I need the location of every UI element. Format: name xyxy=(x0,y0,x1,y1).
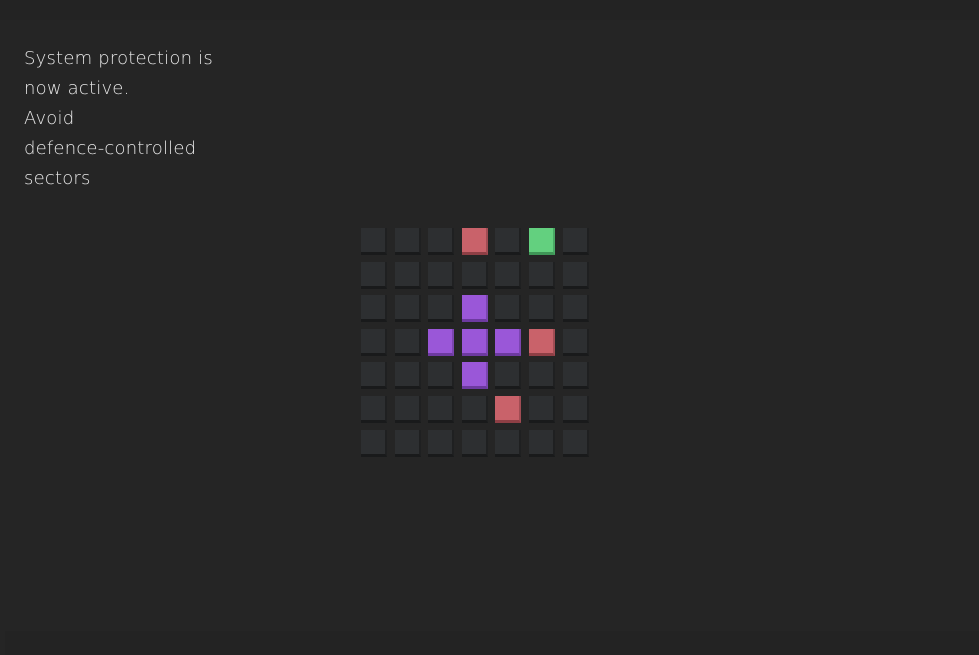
board-cell[interactable] xyxy=(428,430,454,457)
board-cell-red[interactable] xyxy=(495,396,521,423)
board-cell[interactable] xyxy=(361,295,387,322)
board-cell[interactable] xyxy=(495,295,521,322)
board-cell[interactable] xyxy=(462,396,488,423)
board-cell[interactable] xyxy=(395,262,421,289)
board-cell[interactable] xyxy=(563,262,589,289)
game-screen: System protection is now active. Avoid d… xyxy=(0,0,979,655)
board-cell[interactable] xyxy=(495,228,521,255)
message-line: now active. xyxy=(24,78,130,99)
board-cell[interactable] xyxy=(395,329,421,356)
board-cell[interactable] xyxy=(529,262,555,289)
board-cell[interactable] xyxy=(428,262,454,289)
top-bar xyxy=(0,0,979,20)
board-cell[interactable] xyxy=(495,362,521,389)
message-line: Avoid xyxy=(24,108,75,129)
board-cell-purple[interactable] xyxy=(495,329,521,356)
board-cell-purple[interactable] xyxy=(462,362,488,389)
board-cell[interactable] xyxy=(361,430,387,457)
message-line: defence-controlled xyxy=(24,138,197,159)
board-cell[interactable] xyxy=(563,228,589,255)
board-cell[interactable] xyxy=(462,430,488,457)
board-cell[interactable] xyxy=(529,295,555,322)
board-cell[interactable] xyxy=(428,396,454,423)
board-cell[interactable] xyxy=(495,262,521,289)
board-cell[interactable] xyxy=(395,362,421,389)
board-cell[interactable] xyxy=(361,262,387,289)
board-cell[interactable] xyxy=(428,228,454,255)
board-cell[interactable] xyxy=(395,228,421,255)
board-cell[interactable] xyxy=(563,430,589,457)
board-cell-purple[interactable] xyxy=(462,329,488,356)
board-cell-purple[interactable] xyxy=(428,329,454,356)
board-cell[interactable] xyxy=(563,295,589,322)
bottom-bar xyxy=(5,631,979,655)
message-line: System protection is xyxy=(24,48,213,69)
board-cell-red[interactable] xyxy=(462,228,488,255)
game-board xyxy=(361,228,590,457)
board-cell[interactable] xyxy=(563,329,589,356)
board-cell-green[interactable] xyxy=(529,228,555,255)
board-cell[interactable] xyxy=(428,362,454,389)
board-cell[interactable] xyxy=(529,396,555,423)
board-cell[interactable] xyxy=(563,396,589,423)
board-cell[interactable] xyxy=(428,295,454,322)
board-cell[interactable] xyxy=(361,396,387,423)
board-cell[interactable] xyxy=(361,329,387,356)
board-cell[interactable] xyxy=(529,430,555,457)
board-cell[interactable] xyxy=(529,362,555,389)
board-cell[interactable] xyxy=(395,396,421,423)
status-message: System protection is now active. Avoid d… xyxy=(24,44,214,194)
message-line: sectors xyxy=(24,168,91,189)
board-cell-purple[interactable] xyxy=(462,295,488,322)
board-cell[interactable] xyxy=(395,295,421,322)
board-cell[interactable] xyxy=(563,362,589,389)
board-cell[interactable] xyxy=(462,262,488,289)
board-cell[interactable] xyxy=(361,362,387,389)
board-cell[interactable] xyxy=(495,430,521,457)
board-cell-red[interactable] xyxy=(529,329,555,356)
board-cell[interactable] xyxy=(361,228,387,255)
board-cell[interactable] xyxy=(395,430,421,457)
